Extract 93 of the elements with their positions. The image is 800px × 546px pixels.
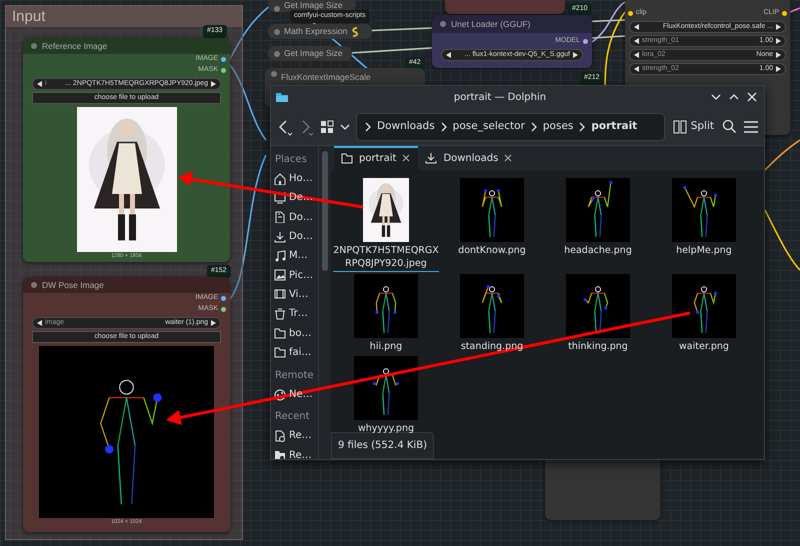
output-socket[interactable]: [221, 57, 226, 62]
sidebar-item[interactable]: Do…: [274, 226, 318, 246]
snake-icon: [351, 26, 360, 36]
connection-wire: [764, 210, 800, 271]
recent-file-icon: [274, 430, 286, 442]
sidebar-item[interactable]: fai…: [274, 342, 318, 362]
output-socket[interactable]: [583, 39, 588, 44]
status-dot: [274, 50, 280, 56]
sidebar-item[interactable]: Ho…: [274, 169, 318, 188]
connection-wire: [764, 139, 800, 171]
tab[interactable]: portrait: [334, 146, 418, 170]
status-dot: [440, 21, 446, 27]
status-dot: [31, 282, 37, 288]
node-title: Get Image Size: [284, 47, 343, 60]
split-view-icon: [672, 120, 687, 134]
output-socket[interactable]: [221, 296, 226, 301]
file-name[interactable]: helpMe.png: [651, 244, 757, 258]
pose-drawing: [672, 178, 736, 242]
pose-drawing: [354, 356, 418, 420]
sidebar-item[interactable]: Do…: [274, 208, 318, 227]
trash-icon: [274, 308, 286, 320]
file-name[interactable]: standing.png: [439, 340, 545, 354]
breadcrumb-item[interactable]: poses: [542, 118, 574, 134]
chevron-icon: [365, 122, 371, 132]
connection-wire: [790, 7, 800, 13]
document-icon: [274, 211, 286, 224]
split-button[interactable]: Split: [670, 118, 716, 134]
output-socket[interactable]: [782, 10, 787, 16]
section-heading: Remote: [274, 368, 315, 383]
sidebar-item[interactable]: Pic…: [274, 265, 318, 285]
music-note-icon: [274, 250, 286, 262]
node-title: Math Expression: [284, 25, 348, 38]
pose-drawing: [566, 274, 630, 338]
folder-icon: [341, 152, 353, 164]
file-name[interactable]: thinking.png: [545, 340, 651, 354]
pose-drawing: [460, 274, 524, 338]
sidebar-item[interactable]: Vi…: [274, 284, 318, 304]
pose-drawing: [566, 178, 630, 242]
minimize-icon[interactable]: [711, 92, 721, 102]
home-icon: [274, 172, 286, 185]
film-icon: [274, 288, 286, 300]
node-title: Reference Image: [42, 40, 108, 52]
download-icon: [425, 152, 438, 164]
status-dot: [271, 71, 277, 77]
node-title: Get Image Size: [284, 0, 343, 12]
breadcrumb-item[interactable]: Downloads: [377, 118, 435, 134]
sidebar-item[interactable]: bo…: [274, 323, 318, 343]
monitor-icon: [274, 192, 286, 204]
file-name[interactable]: waiter.png: [651, 340, 757, 354]
output-socket[interactable]: [221, 307, 226, 312]
pose-drawing: [460, 178, 524, 242]
file-name[interactable]: 2NPQTK7H5TMEQRGXRPQ8JPY920.jpeg: [333, 244, 439, 272]
folder-icon: [274, 327, 286, 340]
chevron-icon: [530, 122, 537, 132]
window-title: portrait — Dolphin: [452, 90, 548, 104]
section-heading: Recent: [274, 410, 311, 424]
status-text: 9 files (552.4 KiB): [331, 432, 434, 459]
caret-icon[interactable]: [340, 122, 350, 130]
file-name[interactable]: headache.png: [545, 244, 651, 258]
sidebar-item[interactable]: Tr…: [274, 304, 318, 324]
pose-drawing: [354, 274, 418, 338]
status-dot: [274, 28, 280, 34]
file-name[interactable]: hii.png: [333, 340, 439, 354]
input-socket[interactable]: [628, 10, 633, 16]
download-icon: [274, 230, 286, 243]
file-name[interactable]: dontKnow.png: [439, 244, 545, 258]
close-icon[interactable]: [504, 154, 512, 162]
maximize-icon[interactable]: [729, 92, 739, 102]
breadcrumb-item[interactable]: portrait: [591, 118, 638, 134]
breadcrumb-item[interactable]: pose_selector: [452, 118, 525, 134]
image-icon: [274, 269, 286, 282]
view-mode-icon[interactable]: [320, 120, 334, 134]
search-icon[interactable]: [722, 119, 737, 134]
node-title: DW Pose Image: [42, 278, 104, 292]
menu-icon[interactable]: [743, 120, 759, 134]
node-title: Unet Loader (GGUF): [451, 18, 530, 30]
pose-drawing: [672, 274, 736, 338]
sidebar-item[interactable]: Re…: [274, 426, 318, 446]
output-socket[interactable]: [221, 68, 226, 73]
chevron-icon: [440, 122, 447, 132]
node-title: FluxKontextImageScale: [281, 71, 371, 84]
section-heading: Places: [274, 153, 308, 167]
close-icon[interactable]: [402, 154, 410, 162]
chevron-icon: [579, 122, 586, 132]
folder-icon: [274, 346, 286, 358]
group-title: Input: [6, 6, 242, 27]
scrollbar-thumb[interactable]: [322, 151, 328, 271]
status-dot: [31, 43, 37, 49]
sidebar-item[interactable]: M…: [274, 246, 318, 266]
folder-icon: [275, 91, 289, 103]
status-dot: [274, 6, 280, 12]
sidebar-item[interactable]: Re…: [274, 446, 318, 459]
network-icon: [274, 388, 286, 401]
